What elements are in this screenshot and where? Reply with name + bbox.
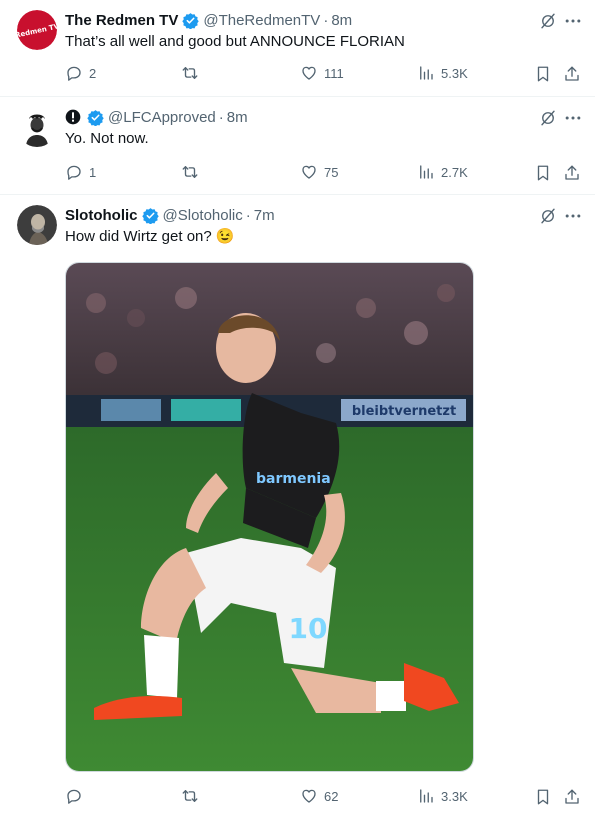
user-handle[interactable]: @LFCApproved (108, 109, 216, 126)
tweet-text: That’s all well and good but ANNOUNCE FL… (65, 33, 405, 50)
retweet-icon (182, 790, 198, 802)
reply-button[interactable]: 1 (65, 163, 96, 181)
reply-count: 2 (89, 65, 97, 81)
reply-button[interactable]: 2 (65, 64, 96, 82)
more-options-icon[interactable] (563, 206, 583, 226)
separator-dot: · (218, 108, 224, 126)
tweet-header: @LFCApproved · 8m (65, 107, 248, 127)
display-name[interactable]: The Redmen TV (65, 12, 178, 29)
info-icon (65, 109, 81, 125)
view-count: 2.7K (441, 164, 468, 180)
tweet-text: How did Wirtz get on? 😉 (65, 227, 235, 247)
tweet-photo[interactable]: bleibtvernetzt barmenia 10 (65, 262, 474, 772)
like-count: 75 (324, 164, 339, 180)
views-button[interactable]: 2.7K (417, 163, 468, 181)
grok-icon[interactable] (539, 109, 557, 127)
grok-icon[interactable] (539, 12, 557, 30)
bookmark-icon[interactable] (534, 788, 552, 806)
retweet-button[interactable] (181, 787, 199, 805)
reply-button[interactable] (65, 787, 89, 805)
timestamp[interactable]: 8m (331, 12, 352, 29)
bookmark-icon[interactable] (534, 65, 552, 83)
tweet[interactable]: Slotoholic @Slotoholic · 7m How did Wirt… (0, 195, 595, 815)
like-button[interactable]: 75 (300, 163, 338, 181)
verified-badge-icon (87, 109, 104, 126)
view-count: 3.3K (441, 788, 468, 804)
action-bar: 62 3.3K (65, 787, 585, 807)
view-count: 5.3K (441, 65, 468, 81)
more-options-icon[interactable] (563, 108, 583, 128)
avatar[interactable] (17, 205, 57, 245)
like-button[interactable]: 111 (300, 64, 344, 82)
separator-dot: · (245, 206, 251, 224)
heart-icon (302, 66, 316, 80)
svg-text:10: 10 (289, 612, 328, 645)
like-count: 111 (324, 65, 344, 81)
tweet-text-body: How did Wirtz get on? (65, 228, 212, 245)
action-bar: 2 111 5.3K (65, 64, 585, 84)
wink-emoji: 😉 (215, 228, 235, 245)
svg-text:bleibtvernetzt: bleibtvernetzt (352, 404, 456, 419)
avatar[interactable]: Redmen TV (17, 10, 57, 50)
grok-icon[interactable] (539, 207, 557, 225)
tweet[interactable]: @LFCApproved · 8m Yo. Not now. 1 75 2.7K (0, 97, 595, 195)
analytics-icon (420, 789, 433, 803)
action-bar: 1 75 2.7K (65, 163, 585, 183)
analytics-icon (420, 66, 433, 80)
share-icon[interactable] (563, 788, 581, 806)
reply-icon (67, 66, 81, 81)
share-icon[interactable] (563, 65, 581, 83)
svg-text:barmenia: barmenia (256, 471, 331, 487)
like-button[interactable]: 62 (300, 787, 338, 805)
retweet-icon (182, 166, 198, 178)
bookmark-icon[interactable] (534, 164, 552, 182)
reply-icon (67, 165, 81, 180)
separator-dot: · (323, 11, 329, 29)
reply-count: 1 (89, 164, 97, 180)
tweet-header: Slotoholic @Slotoholic · 7m (65, 205, 275, 225)
share-icon[interactable] (563, 164, 581, 182)
views-button[interactable]: 3.3K (417, 787, 468, 805)
heart-icon (302, 165, 316, 179)
display-name[interactable]: Slotoholic (65, 207, 138, 224)
tweet-text: Yo. Not now. (65, 130, 149, 147)
views-button[interactable]: 5.3K (417, 64, 468, 82)
timestamp[interactable]: 8m (227, 109, 248, 126)
like-count: 62 (324, 788, 339, 804)
retweet-button[interactable] (181, 163, 199, 181)
verified-badge-icon (182, 12, 200, 29)
timestamp[interactable]: 7m (254, 207, 275, 224)
retweet-icon (182, 67, 198, 79)
more-options-icon[interactable] (563, 11, 583, 31)
retweet-button[interactable] (181, 64, 199, 82)
verified-badge-icon (141, 207, 159, 224)
reply-icon (67, 789, 81, 804)
heart-icon (302, 789, 316, 803)
analytics-icon (420, 165, 433, 179)
user-handle[interactable]: @TheRedmenTV (203, 12, 320, 29)
user-handle[interactable]: @Slotoholic (163, 207, 243, 224)
tweet[interactable]: Redmen TV The Redmen TV @TheRedmenTV · 8… (0, 0, 595, 97)
avatar[interactable] (17, 107, 57, 147)
tweet-header: The Redmen TV @TheRedmenTV · 8m (65, 10, 352, 30)
